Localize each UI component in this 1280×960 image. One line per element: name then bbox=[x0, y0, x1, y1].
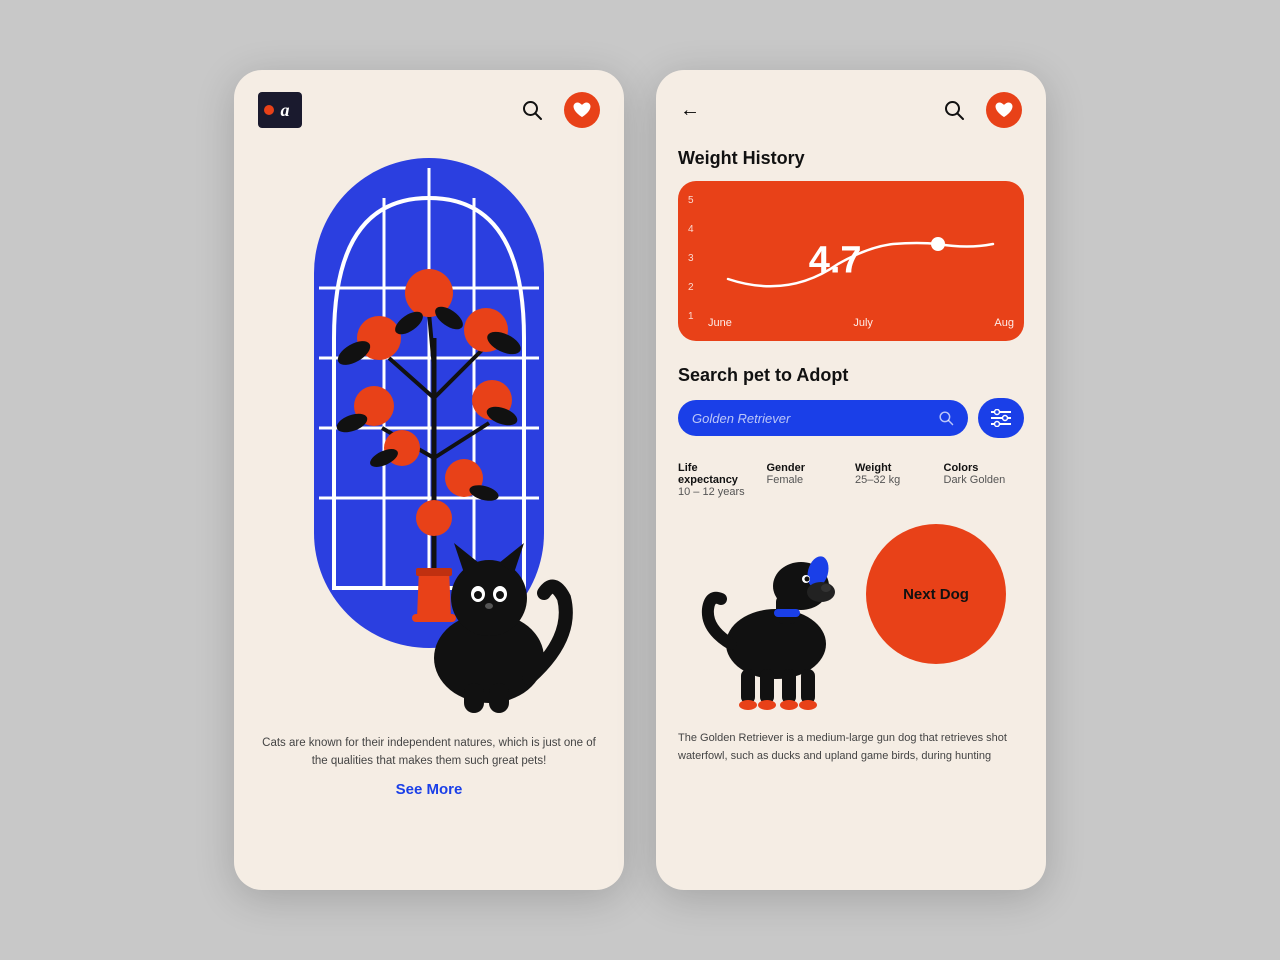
chart-y-labels: 1 2 3 4 5 bbox=[688, 195, 694, 322]
logo: a bbox=[258, 92, 302, 128]
see-more-link[interactable]: See More bbox=[258, 781, 600, 798]
logo-letter: a bbox=[281, 100, 290, 121]
life-expectancy-col: Life expectancy 10 – 12 years bbox=[678, 462, 759, 498]
dog-description: The Golden Retriever is a medium-large g… bbox=[656, 724, 1046, 771]
x-label-june: June bbox=[708, 317, 732, 329]
y-label-3: 3 bbox=[688, 253, 694, 264]
gender-col: Gender Female bbox=[767, 462, 848, 498]
search-title: Search pet to Adopt bbox=[678, 365, 1024, 386]
left-header: a bbox=[234, 70, 624, 138]
right-header: ← bbox=[656, 70, 1046, 138]
life-value: 10 – 12 years bbox=[678, 486, 759, 498]
search-section: Search pet to Adopt Golden Retriever bbox=[656, 357, 1046, 450]
right-phone: ← Weight History 1 2 3 4 bbox=[656, 70, 1046, 890]
search-input[interactable]: Golden Retriever bbox=[678, 400, 968, 436]
left-phone: a bbox=[234, 70, 624, 890]
left-bottom: Cats are known for their independent nat… bbox=[234, 718, 624, 818]
cat-description: Cats are known for their independent nat… bbox=[258, 734, 600, 771]
chart-x-labels: June July Aug bbox=[708, 317, 1014, 329]
cat-illustration bbox=[234, 138, 624, 718]
colors-value: Dark Golden bbox=[944, 474, 1025, 486]
weight-value: 25–32 kg bbox=[855, 474, 936, 486]
y-label-4: 4 bbox=[688, 224, 694, 235]
y-label-1: 1 bbox=[688, 311, 694, 322]
weight-title: Weight History bbox=[678, 148, 1024, 169]
next-dog-label: Next Dog bbox=[903, 586, 969, 603]
x-label-july: July bbox=[853, 317, 873, 329]
colors-col: Colors Dark Golden bbox=[944, 462, 1025, 498]
logo-dot bbox=[264, 105, 274, 115]
header-icons-right bbox=[938, 92, 1022, 128]
weight-section: Weight History 1 2 3 4 5 4.7 June July A… bbox=[656, 138, 1046, 357]
favorite-button[interactable] bbox=[564, 92, 600, 128]
search-placeholder: Golden Retriever bbox=[692, 411, 930, 426]
info-row: Life expectancy 10 – 12 years Gender Fem… bbox=[656, 450, 1046, 504]
y-label-2: 2 bbox=[688, 282, 694, 293]
y-label-5: 5 bbox=[688, 195, 694, 206]
search-row: Golden Retriever bbox=[678, 398, 1024, 438]
dog-section: Next Dog bbox=[656, 504, 1046, 724]
search-button[interactable] bbox=[516, 94, 548, 126]
weight-col: Weight 25–32 kg bbox=[855, 462, 936, 498]
x-label-aug: Aug bbox=[994, 317, 1014, 329]
gender-label: Gender bbox=[767, 462, 848, 474]
back-button[interactable]: ← bbox=[680, 99, 700, 122]
chart-value: 4.7 bbox=[809, 240, 862, 283]
life-label: Life expectancy bbox=[678, 462, 759, 486]
header-icons bbox=[516, 92, 600, 128]
weight-chart: 1 2 3 4 5 4.7 June July Aug bbox=[678, 181, 1024, 341]
colors-label: Colors bbox=[944, 462, 1025, 474]
next-dog-button[interactable]: Next Dog bbox=[866, 524, 1006, 664]
weight-label: Weight bbox=[855, 462, 936, 474]
gender-value: Female bbox=[767, 474, 848, 486]
search-button-right[interactable] bbox=[938, 94, 970, 126]
favorite-button-right[interactable] bbox=[986, 92, 1022, 128]
filter-button[interactable] bbox=[978, 398, 1024, 438]
